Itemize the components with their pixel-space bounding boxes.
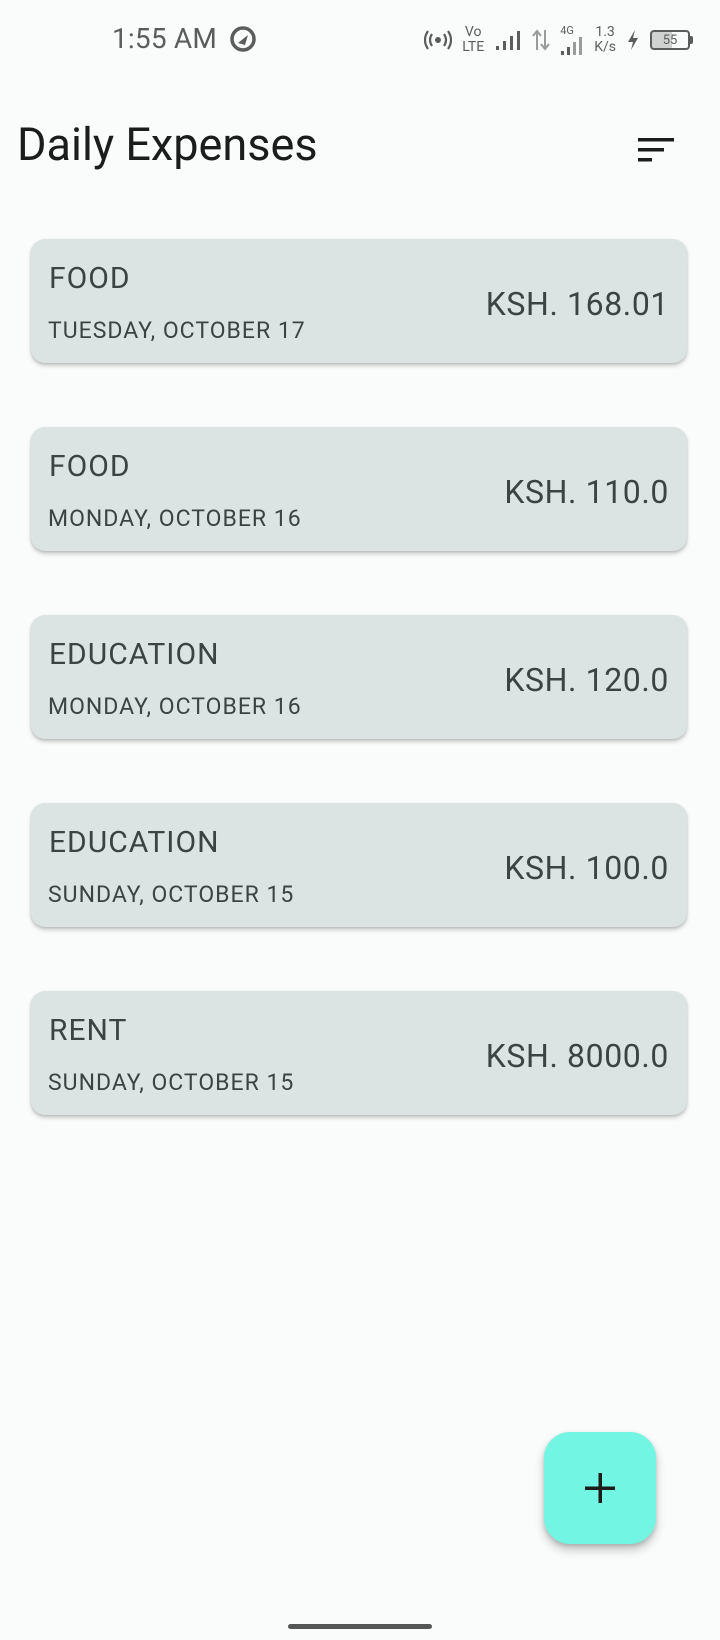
expense-date: MONDAY, OCTOBER 16	[48, 693, 302, 720]
page-title: Daily Expenses	[17, 118, 318, 171]
expense-date: SUNDAY, OCTOBER 15	[48, 1069, 295, 1096]
expense-amount: KSH. 110.0	[504, 473, 669, 511]
battery-level: 55	[662, 32, 678, 48]
signal-icon	[561, 37, 583, 55]
expense-card[interactable]: EDUCATION SUNDAY, OCTOBER 15 KSH. 100.0	[31, 803, 687, 927]
status-bar: 1:55 AM Vo LTE 4G 1.3 K/s 55	[0, 0, 720, 82]
expense-date: SUNDAY, OCTOBER 15	[48, 881, 295, 908]
location-icon	[230, 26, 256, 52]
expense-card[interactable]: FOOD MONDAY, OCTOBER 16 KSH. 110.0	[31, 427, 687, 551]
expense-category: RENT	[49, 1013, 128, 1048]
charging-icon	[628, 30, 638, 50]
expense-card[interactable]: EDUCATION MONDAY, OCTOBER 16 KSH. 120.0	[31, 615, 687, 739]
status-icons: Vo LTE 4G 1.3 K/s 55	[424, 18, 693, 62]
speed-unit: K/s	[594, 39, 616, 55]
expense-card[interactable]: FOOD TUESDAY, OCTOBER 17 KSH. 168.01	[31, 239, 687, 363]
expense-category: FOOD	[49, 261, 131, 296]
expense-amount: KSH. 168.01	[485, 285, 669, 323]
data-arrows-icon	[532, 29, 550, 51]
expense-date: MONDAY, OCTOBER 16	[48, 505, 302, 532]
signal-icon	[496, 31, 521, 50]
status-time: 1:55 AM	[112, 22, 218, 55]
sort-button[interactable]	[628, 122, 684, 178]
sort-icon	[638, 138, 674, 162]
expense-date: TUESDAY, OCTOBER 17	[48, 317, 306, 344]
gesture-navigation-bar[interactable]	[288, 1624, 432, 1629]
expense-category: EDUCATION	[49, 825, 220, 860]
expense-category: EDUCATION	[49, 637, 220, 672]
expense-amount: KSH. 120.0	[504, 661, 669, 699]
plus-icon	[585, 1473, 615, 1503]
volte-top: Vo	[464, 24, 482, 40]
expense-category: FOOD	[49, 449, 131, 484]
hotspot-icon	[424, 30, 453, 50]
network-type-label: 4G	[560, 24, 574, 37]
speed-value: 1.3	[595, 24, 615, 40]
battery-icon: 55	[650, 30, 693, 50]
speed-stack: 1.3 K/s	[594, 25, 616, 55]
expense-amount: KSH. 100.0	[504, 849, 669, 887]
expense-amount: KSH. 8000.0	[485, 1037, 669, 1075]
volte-label: Vo LTE	[462, 25, 484, 55]
expense-card[interactable]: RENT SUNDAY, OCTOBER 15 KSH. 8000.0	[31, 991, 687, 1115]
expense-list: FOOD TUESDAY, OCTOBER 17 KSH. 168.01 FOO…	[31, 239, 687, 1179]
volte-bottom: LTE	[462, 39, 485, 55]
add-expense-button[interactable]	[544, 1432, 656, 1544]
network-type-stack: 4G	[560, 25, 584, 55]
